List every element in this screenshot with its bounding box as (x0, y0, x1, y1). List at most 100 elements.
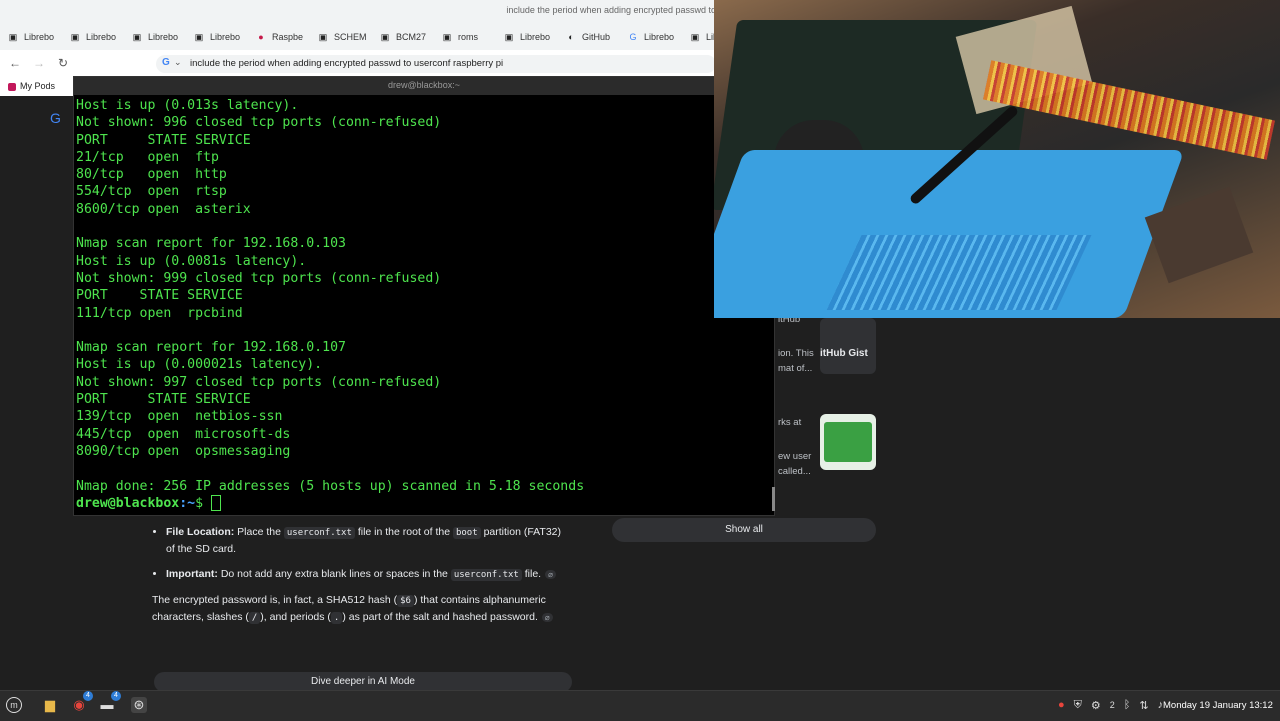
tab-label: Librebo (520, 32, 551, 42)
doc-icon: ▣ (318, 32, 328, 42)
libre-icon: ▣ (504, 32, 514, 42)
chevron-down-icon[interactable]: ⌄ (174, 57, 182, 68)
terminal-line: Nmap scan report for 192.168.0.103 (76, 236, 346, 252)
reload-icon[interactable]: ↻ (56, 56, 70, 70)
address-bar-text[interactable]: include the period when adding encrypted… (190, 58, 503, 69)
libre-icon: ▣ (132, 32, 142, 42)
browser-tab[interactable]: ▣ Librebo (62, 24, 124, 50)
browser-tab[interactable]: ▣ BCM27 (372, 24, 434, 50)
bookmark-label: My Pods (20, 81, 56, 91)
terminal-line: PORT STATE SERVICE (76, 392, 251, 408)
browser-tab[interactable]: ▣ SCHEM (310, 24, 372, 50)
tab-label: roms (458, 32, 478, 42)
ai-paragraph: The encrypted password is, in fact, a SH… (152, 592, 572, 626)
notification-badge: 4 (83, 691, 93, 701)
browser-icon[interactable]: ◉ 4 (71, 691, 93, 713)
tray-count: 2 (1109, 700, 1115, 710)
app-icon[interactable]: ⊛ (131, 697, 147, 713)
terminal-line: PORT STATE SERVICE (76, 132, 251, 148)
tab-label: SCHEM (334, 32, 367, 42)
doc-icon: ▣ (690, 32, 700, 42)
back-icon[interactable]: ← (8, 56, 22, 70)
notification-badge: 4 (111, 691, 121, 701)
terminal-line: 111/tcp open rpcbind (76, 305, 243, 321)
terminal-line: 8090/tcp open opsmessaging (76, 443, 291, 459)
doc-icon: ▣ (442, 32, 452, 42)
prompt-user: drew@blackbox (76, 495, 180, 511)
terminal-output[interactable]: Host is up (0.013s latency). Not shown: 9… (76, 97, 766, 513)
browser-tab[interactable]: ▣ roms (434, 24, 496, 50)
link-icon[interactable]: ⌀ (541, 613, 553, 622)
raspberry-icon: ● (258, 32, 264, 42)
browser-tab[interactable]: ▣ Librebo (496, 24, 558, 50)
redhat-icon[interactable]: ● (1058, 699, 1065, 711)
terminal-prompt[interactable]: drew@blackbox:~$ (76, 494, 766, 512)
tab-label: Librebo (86, 32, 117, 42)
tab-label: Librebo (148, 32, 179, 42)
terminal-line: Host is up (0.013s latency). (76, 98, 299, 113)
browser-tab[interactable]: ▣ Librebo (186, 24, 248, 50)
terminal-icon[interactable]: ▬ 4 (99, 691, 121, 713)
webcam-overlay (714, 0, 1280, 318)
cursor (211, 494, 221, 511)
terminal-line: 21/tcp open ftp (76, 149, 219, 165)
terminal-line: Not shown: 999 closed tcp ports (conn-re… (76, 270, 442, 286)
prompt-path: :~ (179, 495, 196, 511)
clock[interactable]: Monday 19 January 13:12 (1163, 700, 1273, 711)
board-image (824, 422, 872, 462)
bluetooth-icon[interactable]: ᛒ (1124, 699, 1131, 711)
result-snippet: ew user (778, 451, 812, 462)
tab-label: BCM27 (396, 32, 427, 42)
terminal-title: drew@blackbox:~ (388, 80, 460, 90)
result-snippet: mat of... (778, 363, 813, 374)
libre-icon: ▣ (70, 32, 80, 42)
github-icon: ◐ (568, 32, 574, 42)
browser-tab[interactable]: ● Raspbe (248, 24, 310, 50)
result-snippet: rks at (778, 417, 802, 428)
google-icon: G (629, 32, 637, 42)
forward-icon[interactable]: → (32, 56, 46, 70)
list-item: Important: Do not add any extra blank li… (166, 566, 572, 583)
show-all-button[interactable]: Show all (612, 518, 876, 542)
link-icon[interactable]: ⌀ (545, 570, 556, 579)
prompt-symbol: $ (195, 495, 211, 511)
list-item: File Location: Place the userconf.txt fi… (166, 524, 572, 557)
terminal-line: 8600/tcp open asterix (76, 201, 251, 217)
result-snippet: ion. This (778, 348, 814, 359)
google-logo-icon[interactable]: G (50, 110, 61, 126)
browser-tab[interactable]: ◐ GitHub (558, 24, 620, 50)
tab-label: GitHub (582, 32, 611, 42)
libre-icon: ▣ (8, 32, 18, 42)
raspberry-pi-thumbnail[interactable] (820, 414, 876, 470)
tab-label: Librebo (210, 32, 241, 42)
gist-label: itHub Gist (820, 348, 868, 359)
menu-icon[interactable]: m (6, 697, 22, 713)
terminal-line: Host is up (0.000021s latency). (76, 357, 323, 373)
browser-tab[interactable]: ▣ Librebo (124, 24, 186, 50)
terminal-line: 445/tcp open microsoft-ds (76, 426, 291, 442)
dive-deeper-button[interactable]: Dive deeper in AI Mode (154, 672, 572, 692)
libre-icon: ▣ (194, 32, 204, 42)
terminal-window[interactable]: drew@blackbox:~ Host is up (0.013s laten… (73, 76, 775, 516)
google-icon: G (162, 57, 170, 68)
result-snippet: called... (778, 466, 811, 477)
terminal-title-bar[interactable]: drew@blackbox:~ (74, 77, 774, 95)
tab-label: Raspbe (272, 32, 304, 42)
tab-label: Librebo (644, 32, 675, 42)
gist-thumbnail[interactable] (820, 318, 876, 374)
pods-icon (8, 82, 16, 91)
update-icon[interactable]: ⚙ (1091, 699, 1101, 712)
terminal-line: 80/tcp open http (76, 167, 227, 183)
doc-icon: ▣ (380, 32, 390, 42)
terminal-line: Nmap scan report for 192.168.0.107 (76, 340, 346, 356)
terminal-line: PORT STATE SERVICE (76, 288, 243, 304)
browser-tab[interactable]: G Librebo (620, 24, 682, 50)
system-tray: ● ⛨ ⚙ 2 ᛒ ⇅ ♪ (1058, 697, 1163, 713)
bookmark-my-pods[interactable]: My Pods (8, 81, 55, 91)
shield-icon[interactable]: ⛨ (1074, 699, 1082, 712)
terminal-scrollbar[interactable] (772, 487, 775, 511)
browser-tab[interactable]: ▣ Librebo (0, 24, 62, 50)
folder-icon[interactable]: ▆ (42, 697, 58, 713)
network-icon[interactable]: ⇅ (1139, 699, 1148, 712)
